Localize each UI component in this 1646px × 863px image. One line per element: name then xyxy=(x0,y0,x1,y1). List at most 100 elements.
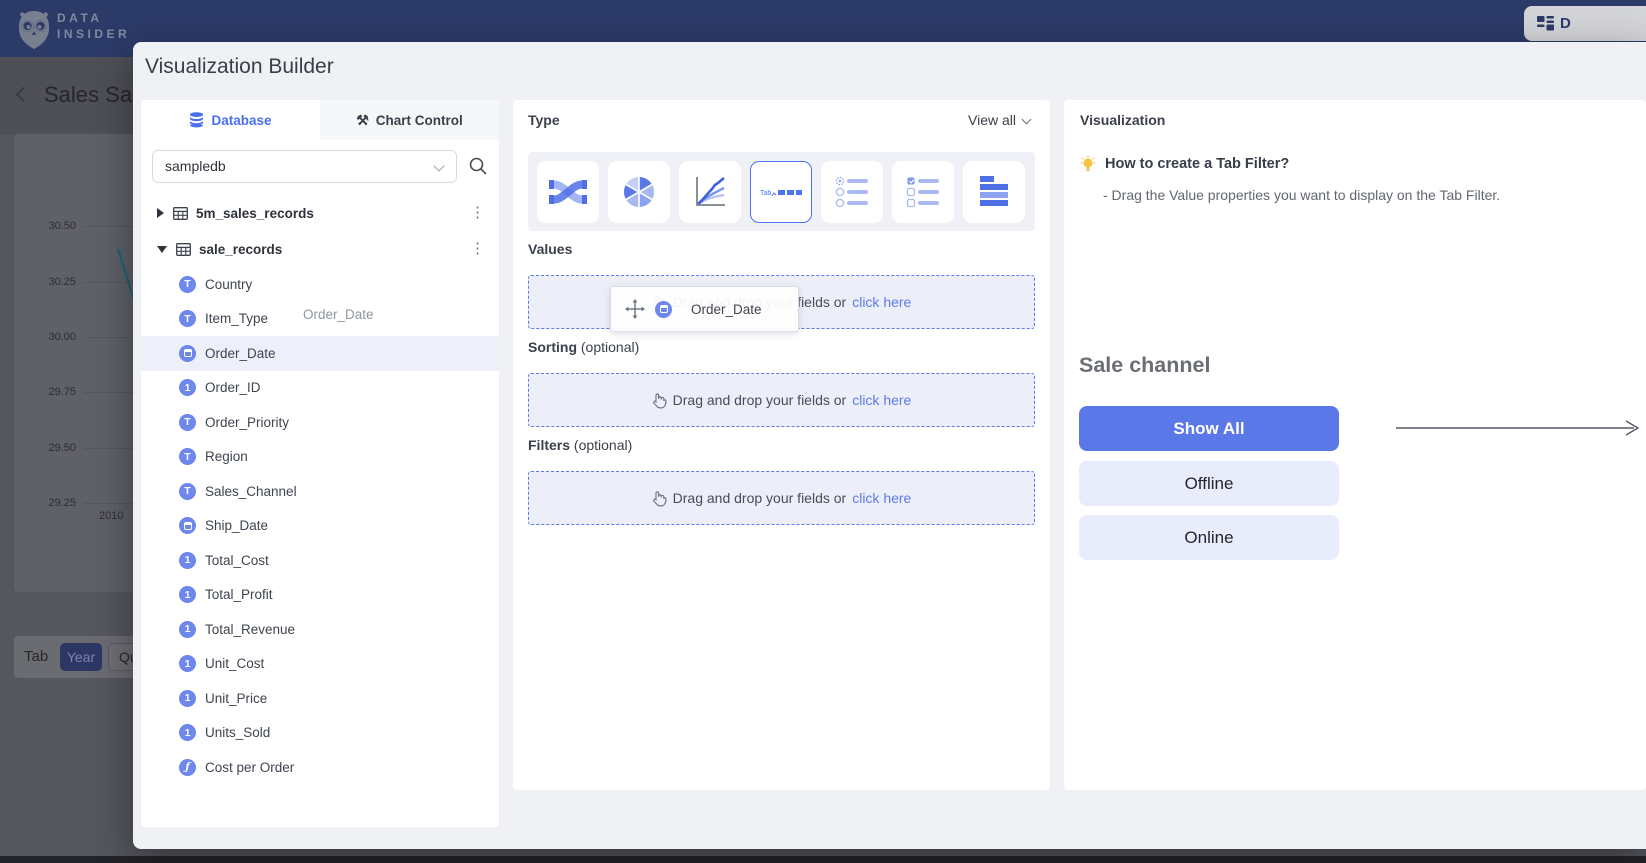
type-tile-checkbox-filter[interactable] xyxy=(892,161,954,223)
visualization-builder-modal: Visualization Builder Database ⚒ Chart C… xyxy=(133,42,1646,849)
filter-button-show-all[interactable]: Show All xyxy=(1079,406,1339,451)
field-name: Total_Revenue xyxy=(205,622,295,637)
checkbox-list-icon xyxy=(906,176,940,208)
click-here-link[interactable]: click here xyxy=(852,294,911,310)
number-icon: 1 xyxy=(179,655,196,672)
table-menu-icon[interactable]: ⋮ xyxy=(470,239,485,257)
visualization-panel: Visualization How to create a Tab Filter… xyxy=(1064,100,1646,790)
field-name: Country xyxy=(205,277,252,292)
tab-database[interactable]: Database xyxy=(141,100,320,140)
type-tile-list-filter[interactable] xyxy=(963,161,1025,223)
table-name: sale_records xyxy=(199,242,282,257)
chevron-down-icon xyxy=(1022,115,1032,125)
modal-title: Visualization Builder xyxy=(145,55,334,79)
chart-builder-panel: Type View all xyxy=(513,100,1050,790)
expand-arrow-icon[interactable] xyxy=(157,208,164,218)
field-name: Units_Sold xyxy=(205,725,270,740)
field-name: Unit_Cost xyxy=(205,656,264,671)
field-row[interactable]: 1 Total_Revenue xyxy=(141,612,499,647)
formula-icon: ƒ xyxy=(179,759,196,776)
view-all-button[interactable]: View all xyxy=(968,112,1030,128)
field-row[interactable]: T Country xyxy=(141,267,499,302)
database-select[interactable]: sampledb xyxy=(152,150,457,183)
tools-icon: ⚒ xyxy=(356,112,369,129)
page-title: Sales Sa xyxy=(44,82,132,108)
hint-body: - Drag the Value properties you want to … xyxy=(1103,187,1500,203)
type-tile-line-chart[interactable] xyxy=(679,161,741,223)
field-row[interactable]: 1 Unit_Price xyxy=(141,681,499,716)
field-row[interactable]: 1 Unit_Cost xyxy=(141,647,499,682)
type-tile-radio-filter[interactable] xyxy=(821,161,883,223)
field-name: Cost per Order xyxy=(205,760,294,775)
field-name: Unit_Price xyxy=(205,691,267,706)
date-icon xyxy=(655,301,672,318)
annotation-arrow xyxy=(1394,415,1644,441)
dropzone-text: Drag and drop your fields or xyxy=(673,490,847,506)
pie-chart-icon xyxy=(621,174,657,210)
field-row[interactable]: T Region xyxy=(141,440,499,475)
year-tab-button[interactable]: Year xyxy=(60,643,102,671)
type-tile-tab-filter[interactable]: Tab xyxy=(750,161,812,223)
panel-tabs: Database ⚒ Chart Control xyxy=(141,100,499,140)
move-cursor-icon xyxy=(625,299,645,319)
field-name: Order_ID xyxy=(205,380,261,395)
field-name: Region xyxy=(205,449,248,464)
field-name: Sales_Channel xyxy=(205,484,297,499)
field-name: Item_Type xyxy=(205,311,268,326)
radio-list-icon xyxy=(835,176,869,208)
click-here-link[interactable]: click here xyxy=(852,392,911,408)
tab-database-label: Database xyxy=(211,113,271,128)
field-row[interactable]: ƒ Cost per Order xyxy=(141,750,499,785)
field-row[interactable]: 1 Total_Profit xyxy=(141,578,499,613)
list-filter-icon xyxy=(978,175,1010,209)
drag-ghost-card[interactable]: Order_Date xyxy=(610,286,799,332)
click-here-link[interactable]: click here xyxy=(852,490,911,506)
chevron-down-icon xyxy=(433,160,444,171)
type-tile-pie-chart[interactable] xyxy=(608,161,670,223)
field-row[interactable]: Order_Date xyxy=(141,336,499,371)
date-icon xyxy=(179,345,196,362)
tab-chart-control-label: Chart Control xyxy=(376,113,463,128)
sorting-section-label: Sorting (optional) xyxy=(528,339,639,355)
database-select-value: sampledb xyxy=(165,158,226,174)
sankey-chart-icon xyxy=(548,177,588,207)
database-select-row: sampledb xyxy=(152,150,488,183)
text-icon: T xyxy=(179,276,196,293)
table-row-sale-records[interactable]: sale_records ⋮ xyxy=(141,231,499,267)
hand-drag-icon xyxy=(652,392,667,409)
dropzone-text: Drag and drop your fields or xyxy=(673,392,847,408)
drag-source-label: Order_Date xyxy=(303,307,374,322)
brand-name: DATA INSIDER xyxy=(57,10,130,42)
text-icon: T xyxy=(179,448,196,465)
dashboard-button[interactable]: D xyxy=(1524,6,1646,41)
tab-filter-preview-title: Sale channel xyxy=(1079,353,1210,378)
table-menu-icon[interactable]: ⋮ xyxy=(470,203,485,221)
tab-chart-control[interactable]: ⚒ Chart Control xyxy=(320,100,499,140)
field-row[interactable]: 1 Order_ID xyxy=(141,371,499,406)
field-row[interactable]: T Sales_Channel xyxy=(141,474,499,509)
schema-tree: 5m_sales_records ⋮ sale_records ⋮ T Coun… xyxy=(141,195,499,785)
line-chart-icon xyxy=(692,175,728,209)
number-icon: 1 xyxy=(179,586,196,603)
dashboard-layout-icon xyxy=(1537,16,1554,31)
table-row-5m-sales-records[interactable]: 5m_sales_records ⋮ xyxy=(141,195,499,231)
visualization-section-label: Visualization xyxy=(1080,112,1165,128)
number-icon: 1 xyxy=(179,690,196,707)
field-row[interactable]: T Order_Priority xyxy=(141,405,499,440)
search-icon[interactable] xyxy=(468,156,488,176)
field-row[interactable]: 1 Total_Cost xyxy=(141,543,499,578)
type-tile-sankey-chart[interactable] xyxy=(537,161,599,223)
sorting-dropzone[interactable]: Drag and drop your fields or click here xyxy=(528,373,1035,427)
filter-button-online[interactable]: Online xyxy=(1079,515,1339,560)
date-icon xyxy=(179,517,196,534)
field-row[interactable]: Ship_Date xyxy=(141,509,499,544)
filters-dropzone[interactable]: Drag and drop your fields or click here xyxy=(528,471,1035,525)
field-name: Ship_Date xyxy=(205,518,268,533)
field-row[interactable]: 1 Units_Sold xyxy=(141,716,499,751)
collapse-arrow-icon[interactable] xyxy=(157,246,167,253)
hint-title: How to create a Tab Filter? xyxy=(1105,156,1289,172)
page-footer-strip xyxy=(0,856,1646,863)
hand-drag-icon xyxy=(652,490,667,507)
values-section-label: Values xyxy=(528,241,572,257)
filter-button-offline[interactable]: Offline xyxy=(1079,461,1339,506)
